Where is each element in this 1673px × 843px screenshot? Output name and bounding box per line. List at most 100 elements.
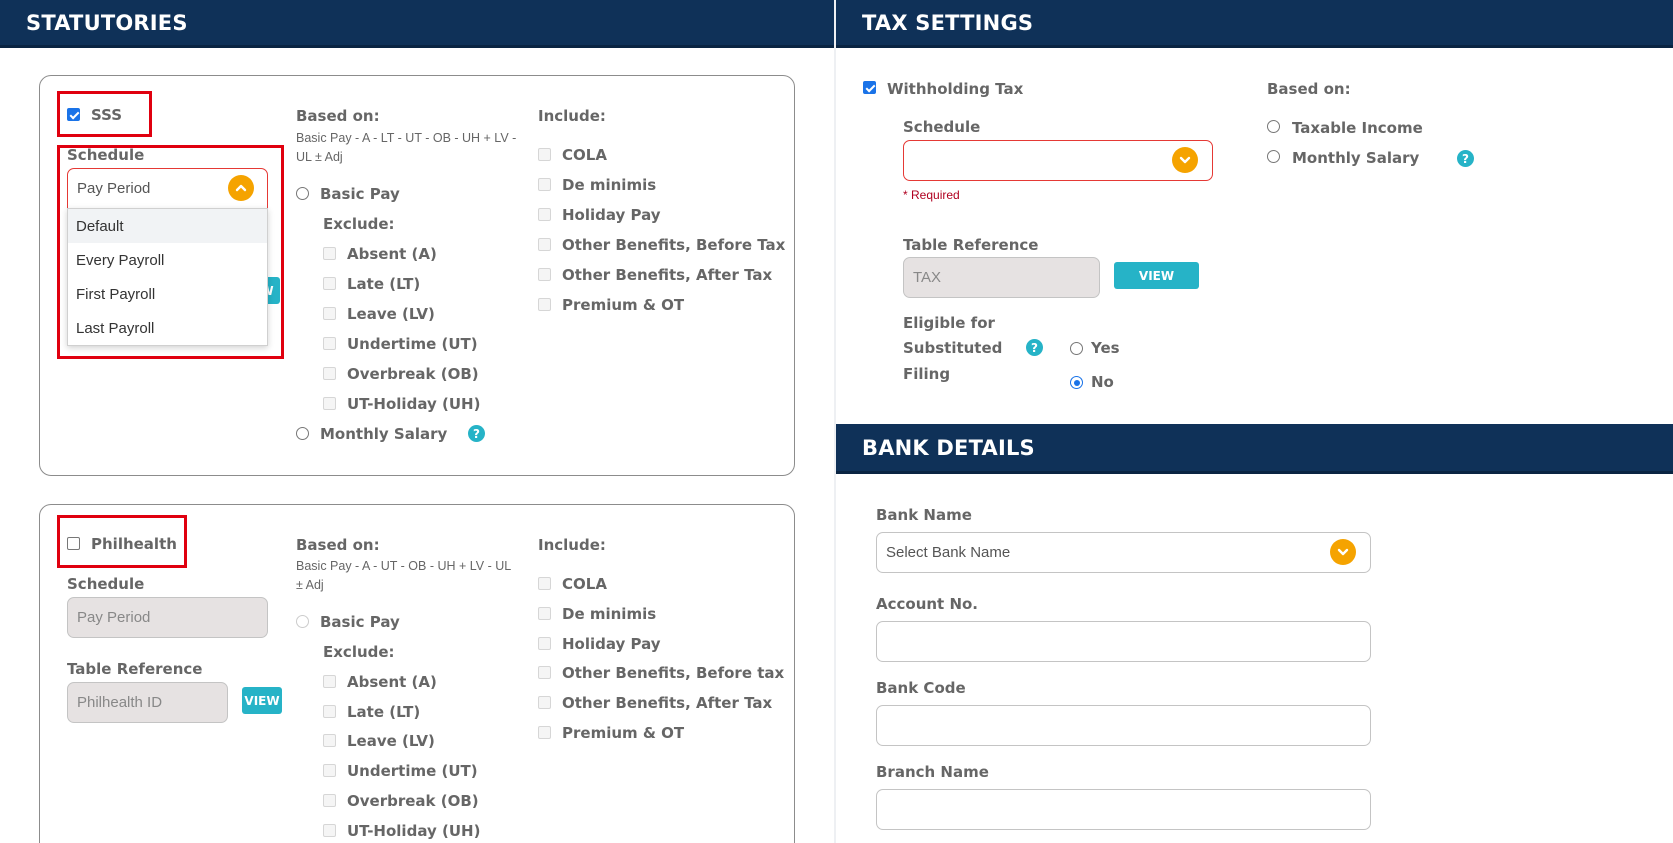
philhealth-checkbox[interactable] [67, 537, 80, 550]
bank-name-placeholder: Select Bank Name [886, 544, 1011, 561]
sss-include-label: Include: [538, 107, 606, 125]
philhealth-include-item: Other Benefits, After Tax [562, 694, 773, 712]
philhealth-exclude-checkbox[interactable] [323, 705, 336, 718]
eligible-yes-radio[interactable] [1070, 342, 1083, 355]
sss-exclude-checkbox[interactable] [323, 367, 336, 380]
sss-include-item: Holiday Pay [562, 206, 661, 224]
dropdown-option-last-payroll[interactable]: Last Payroll [68, 311, 267, 345]
philhealth-exclude-item: Late (LT) [347, 703, 421, 721]
philhealth-include-checkbox[interactable] [538, 577, 551, 590]
philhealth-exclude-checkbox[interactable] [323, 764, 336, 777]
taxable-income-label: Taxable Income [1292, 119, 1423, 137]
sss-include-checkbox[interactable] [538, 268, 551, 281]
bank-details-header: BANK DETAILS [836, 424, 1673, 474]
dropdown-option-every-payroll[interactable]: Every Payroll [68, 243, 267, 277]
tax-settings-header: TAX SETTINGS [836, 0, 1673, 48]
sss-exclude-checkbox[interactable] [323, 397, 336, 410]
tax-schedule-label: Schedule [903, 118, 981, 136]
philhealth-exclude-label: Exclude: [323, 643, 395, 661]
sss-exclude-checkbox[interactable] [323, 247, 336, 260]
philhealth-exclude-checkbox[interactable] [323, 824, 336, 837]
account-no-input[interactable] [876, 621, 1371, 662]
philhealth-include-item: Other Benefits, Before tax [562, 664, 785, 682]
help-icon[interactable]: ? [1457, 150, 1474, 167]
sss-include-checkbox[interactable] [538, 178, 551, 191]
help-icon[interactable]: ? [1026, 339, 1043, 356]
bank-name-select[interactable]: Select Bank Name [876, 532, 1371, 573]
philhealth-include-item: De minimis [562, 605, 657, 623]
eligible-no-label: No [1091, 373, 1114, 391]
help-icon[interactable]: ? [468, 425, 485, 442]
bank-name-label: Bank Name [876, 506, 972, 524]
sss-exclude-checkbox[interactable] [323, 277, 336, 290]
sss-include-item: COLA [562, 146, 607, 164]
philhealth-include-item: COLA [562, 575, 607, 593]
tax-schedule-select[interactable] [903, 140, 1213, 181]
sss-include-checkbox[interactable] [538, 298, 551, 311]
philhealth-include-label: Include: [538, 536, 606, 554]
tax-table-ref-input[interactable]: TAX [903, 257, 1100, 298]
sss-monthly-salary-radio[interactable] [296, 427, 309, 440]
philhealth-include-checkbox[interactable] [538, 666, 551, 679]
sss-checkbox[interactable] [67, 108, 80, 121]
branch-name-input[interactable] [876, 789, 1371, 830]
sss-include-checkbox[interactable] [538, 148, 551, 161]
sss-include-item: De minimis [562, 176, 657, 194]
philhealth-based-on-label: Based on: [296, 536, 380, 554]
chevron-down-icon[interactable] [1172, 147, 1198, 173]
sss-exclude-item: Absent (A) [347, 245, 437, 263]
philhealth-include-checkbox[interactable] [538, 726, 551, 739]
tax-based-on-label: Based on: [1267, 80, 1351, 98]
philhealth-exclude-checkbox[interactable] [323, 794, 336, 807]
withholding-tax-label: Withholding Tax [887, 80, 1024, 98]
chevron-down-icon[interactable] [1330, 539, 1356, 565]
philhealth-include-checkbox[interactable] [538, 696, 551, 709]
tax-monthly-salary-radio[interactable] [1267, 150, 1280, 163]
sss-based-on-formula: Basic Pay - A - LT - UT - OB - UH + LV -… [296, 131, 517, 164]
sss-include-checkbox[interactable] [538, 238, 551, 251]
sss-exclude-label: Exclude: [323, 215, 395, 233]
philhealth-include-item: Holiday Pay [562, 635, 661, 653]
philhealth-schedule-label: Schedule [67, 575, 145, 593]
sss-exclude-item: UT-Holiday (UH) [347, 395, 481, 413]
philhealth-table-ref-input[interactable]: Philhealth ID [67, 682, 228, 723]
sss-include-item: Other Benefits, Before Tax [562, 236, 786, 254]
tax-monthly-salary-label: Monthly Salary [1292, 149, 1420, 167]
sss-exclude-item: Overbreak (OB) [347, 365, 479, 383]
chevron-up-icon[interactable] [228, 175, 254, 201]
philhealth-label: Philhealth [91, 535, 177, 553]
sss-schedule-dropdown: Default Every Payroll First Payroll Last… [67, 208, 268, 346]
dropdown-option-default[interactable]: Default [68, 209, 267, 243]
bank-code-input[interactable] [876, 705, 1371, 746]
sss-exclude-item: Undertime (UT) [347, 335, 478, 353]
philhealth-include-checkbox[interactable] [538, 607, 551, 620]
sss-monthly-salary-label: Monthly Salary [320, 425, 448, 443]
philhealth-exclude-item: Overbreak (OB) [347, 792, 479, 810]
philhealth-schedule-select[interactable]: Pay Period [67, 597, 268, 638]
philhealth-basic-pay-radio[interactable] [296, 615, 309, 628]
tax-view-button[interactable]: VIEW [1114, 262, 1199, 289]
sss-basic-pay-radio[interactable] [296, 187, 309, 200]
philhealth-exclude-checkbox[interactable] [323, 734, 336, 747]
statutories-header: STATUTORIES [0, 0, 834, 48]
philhealth-exclude-item: Absent (A) [347, 673, 437, 691]
sss-schedule-label: Schedule [67, 146, 145, 164]
philhealth-include-checkbox[interactable] [538, 637, 551, 650]
sss-exclude-item: Leave (LV) [347, 305, 435, 323]
philhealth-view-button[interactable]: VIEW [242, 687, 282, 714]
sss-include-checkbox[interactable] [538, 208, 551, 221]
sss-include-item: Premium & OT [562, 296, 685, 314]
withholding-tax-checkbox[interactable] [863, 81, 876, 94]
eligible-label-line3: Filing [903, 365, 951, 383]
philhealth-exclude-item: Leave (LV) [347, 732, 435, 750]
dropdown-option-first-payroll[interactable]: First Payroll [68, 277, 267, 311]
eligible-yes-label: Yes [1091, 339, 1120, 357]
philhealth-exclude-checkbox[interactable] [323, 675, 336, 688]
eligible-label-line1: Eligible for [903, 314, 995, 332]
sss-exclude-checkbox[interactable] [323, 307, 336, 320]
sss-exclude-checkbox[interactable] [323, 337, 336, 350]
taxable-income-radio[interactable] [1267, 120, 1280, 133]
eligible-no-radio[interactable] [1070, 376, 1083, 389]
sss-basic-pay-label: Basic Pay [320, 185, 400, 203]
sss-include-item: Other Benefits, After Tax [562, 266, 773, 284]
